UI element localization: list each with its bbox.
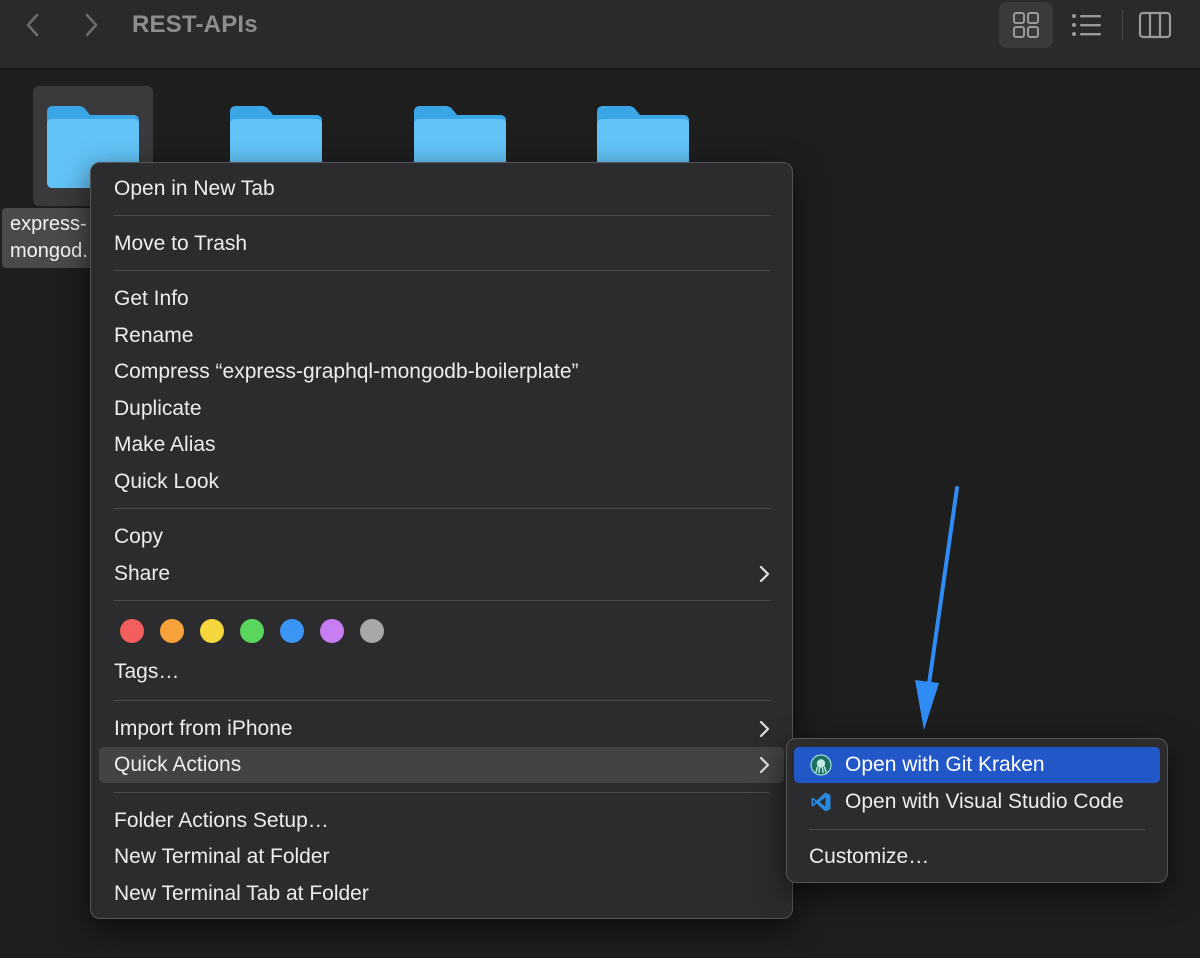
menu-item-open-in-new-tab[interactable]: Open in New Tab xyxy=(99,171,784,207)
back-button[interactable] xyxy=(18,8,48,42)
quick-actions-submenu: Open with Git Kraken Open with Visual St… xyxy=(786,738,1168,883)
list-icon xyxy=(1072,14,1101,36)
vscode-icon xyxy=(811,792,831,812)
submenu-item-open-with-git-kraken[interactable]: Open with Git Kraken xyxy=(794,747,1160,783)
menu-item-folder-actions-setup[interactable]: Folder Actions Setup… xyxy=(99,803,784,839)
menu-separator xyxy=(114,508,770,509)
annotation-arrow-icon xyxy=(915,486,959,730)
tag-dot-purple[interactable] xyxy=(320,619,344,643)
tag-dot-orange[interactable] xyxy=(160,619,184,643)
submenu-item-vscode-label: Open with Visual Studio Code xyxy=(845,790,1124,813)
tag-dot-red[interactable] xyxy=(120,619,144,643)
menu-item-share-label: Share xyxy=(114,562,171,585)
list-view-button[interactable] xyxy=(1060,2,1114,48)
icon-view-button[interactable] xyxy=(999,2,1053,48)
menu-item-quick-look[interactable]: Quick Look xyxy=(99,464,784,500)
column-view-button[interactable] xyxy=(1128,2,1182,48)
folder-label-line2: mongod. xyxy=(10,240,88,262)
menu-item-quick-actions-label: Quick Actions xyxy=(114,753,242,776)
menu-item-new-terminal-at-folder[interactable]: New Terminal at Folder xyxy=(99,839,784,875)
submenu-item-git-kraken-label: Open with Git Kraken xyxy=(845,753,1045,776)
window-title: REST-APIs xyxy=(132,11,258,38)
menu-item-share[interactable]: Share xyxy=(99,556,784,592)
finder-toolbar: REST-APIs xyxy=(0,0,1200,69)
chevron-right-icon xyxy=(759,756,770,774)
tag-dot-blue[interactable] xyxy=(280,619,304,643)
menu-item-duplicate[interactable]: Duplicate xyxy=(99,391,784,427)
menu-item-move-to-trash[interactable]: Move to Trash xyxy=(99,226,784,262)
menu-separator xyxy=(114,600,770,601)
folder-label-selected: express- mongod. xyxy=(2,208,98,268)
menu-item-import-label: Import from iPhone xyxy=(114,717,293,740)
submenu-item-open-with-vscode[interactable]: Open with Visual Studio Code xyxy=(794,784,1160,820)
menu-item-get-info[interactable]: Get Info xyxy=(99,281,784,317)
chevron-right-icon xyxy=(85,13,98,37)
chevron-left-icon xyxy=(26,13,39,37)
menu-item-import-from-iphone[interactable]: Import from iPhone xyxy=(99,711,784,747)
forward-button[interactable] xyxy=(76,8,106,42)
tag-dot-gray[interactable] xyxy=(360,619,384,643)
menu-item-quick-actions[interactable]: Quick Actions xyxy=(99,747,784,783)
grid-icon xyxy=(1013,12,1039,38)
submenu-separator xyxy=(809,829,1145,830)
toolbar-divider xyxy=(1122,10,1123,40)
menu-separator xyxy=(114,700,770,701)
menu-separator xyxy=(114,215,770,216)
menu-item-compress[interactable]: Compress “express-graphql-mongodb-boiler… xyxy=(99,354,784,390)
columns-icon xyxy=(1138,11,1172,39)
chevron-right-icon xyxy=(759,720,770,738)
folder-label-line1: express- xyxy=(10,213,87,235)
submenu-item-customize-label: Customize… xyxy=(809,845,930,868)
context-menu: Open in New Tab Move to Trash Get Info R… xyxy=(90,162,793,919)
menu-item-tags[interactable]: Tags… xyxy=(99,654,784,690)
menu-item-copy[interactable]: Copy xyxy=(99,519,784,555)
menu-separator xyxy=(114,270,770,271)
chevron-right-icon xyxy=(759,565,770,583)
tag-dot-green[interactable] xyxy=(240,619,264,643)
menu-item-new-terminal-tab-at-folder[interactable]: New Terminal Tab at Folder xyxy=(99,876,784,912)
menu-separator xyxy=(114,792,770,793)
gitkraken-icon xyxy=(810,754,832,776)
submenu-item-customize[interactable]: Customize… xyxy=(794,839,1160,875)
menu-item-rename[interactable]: Rename xyxy=(99,318,784,354)
tag-dot-yellow[interactable] xyxy=(200,619,224,643)
menu-item-make-alias[interactable]: Make Alias xyxy=(99,427,784,463)
